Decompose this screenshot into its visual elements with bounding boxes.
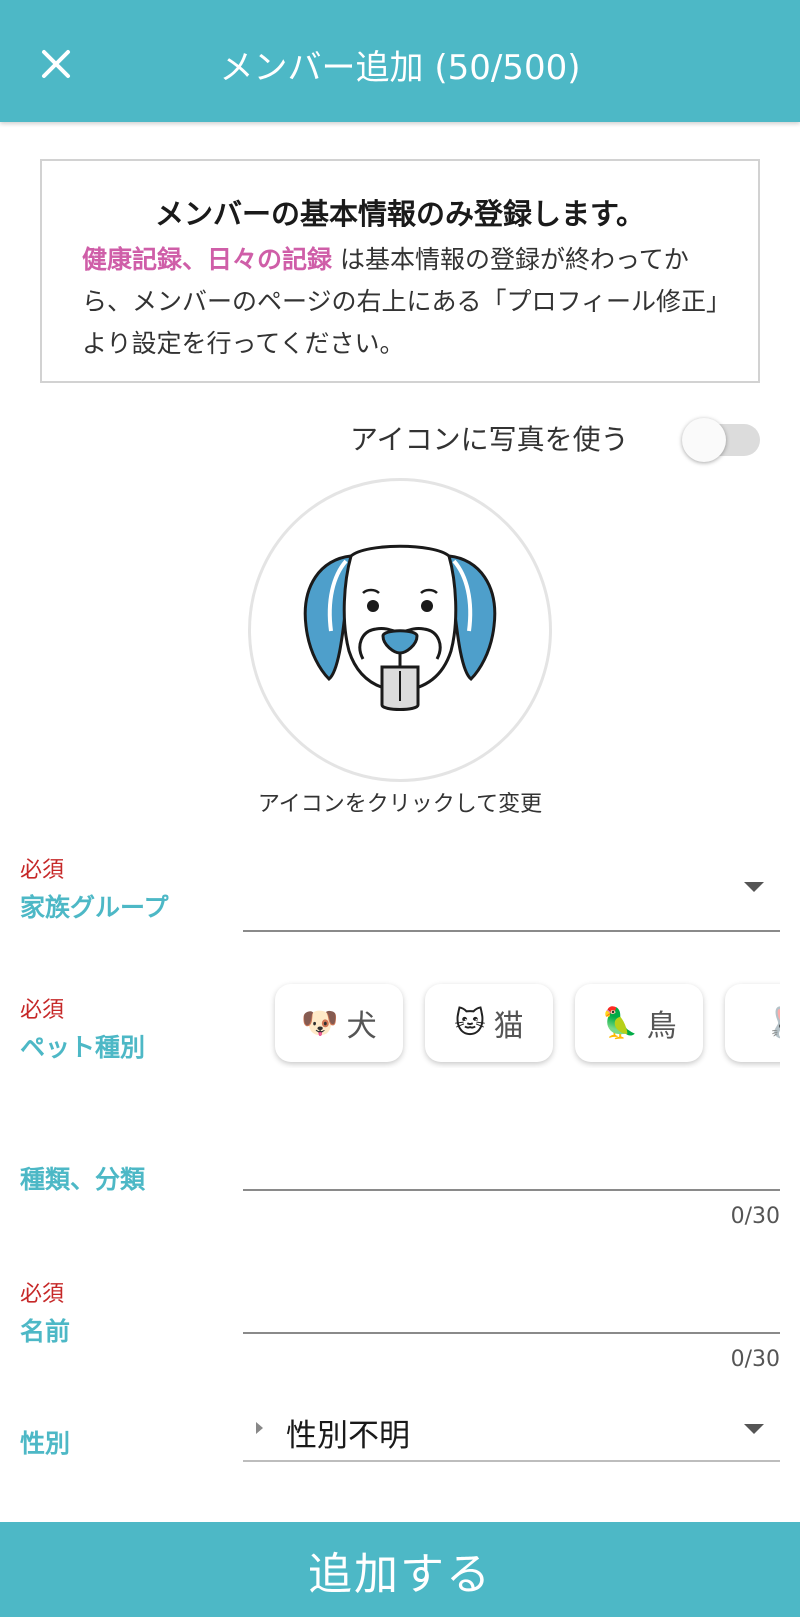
pet-chip-label: 猫 [493,1009,524,1044]
breed-counter: 0/30 [730,1204,780,1229]
add-member-button-label: 追加する [308,1548,492,1600]
avatar-caption: アイコンをクリックして変更 [257,792,543,817]
breed-label: 種類、分類 [20,1165,146,1194]
gender-label: 性別 [20,1429,71,1458]
pet-chip-cat[interactable]: 🐱 猫 [425,984,553,1062]
photo-toggle-switch[interactable] [682,418,760,462]
photo-toggle-label: アイコンに写真を使う [350,423,629,456]
breed-input[interactable] [243,1130,780,1190]
required-marker: 必須 [20,998,65,1023]
info-notice: メンバーの基本情報のみ登録します。 健康記録、日々の記録 は基本情報の登録が終わ… [40,159,760,383]
required-marker: 必須 [20,1282,65,1307]
pet-type-chips: 🐶 犬 🐱 猫 🦜 鳥 🐰 [243,978,780,1068]
pet-chip-bird[interactable]: 🦜 鳥 [575,984,703,1062]
pet-type-label: ペット種別 [20,1033,146,1062]
gender-underline [243,1460,780,1462]
family-group-underline [243,930,780,932]
pet-chip-label: 犬 [346,1009,377,1044]
name-counter: 0/30 [730,1347,780,1372]
name-underline [243,1332,780,1334]
breed-underline [243,1189,780,1191]
chevron-right-icon [256,1422,263,1434]
required-marker: 必須 [20,858,65,883]
cat-icon: 🐱 [454,1005,486,1041]
avatar-button[interactable] [248,478,552,782]
app-bar: メンバー追加 (50/500) [0,0,800,122]
gender-value: 性別不明 [286,1418,410,1454]
chevron-down-icon [744,882,764,892]
page-title: メンバー追加 (50/500) [219,48,581,88]
family-group-label: 家族グループ [20,893,169,922]
dog-face-icon [303,544,497,711]
name-input[interactable] [243,1273,780,1333]
notice-body: 健康記録、日々の記録 は基本情報の登録が終わってから、メンバーのページの右上にあ… [82,239,722,365]
notice-title: メンバーの基本情報のみ登録します。 [154,197,646,231]
rabbit-icon: 🐰 [766,1006,780,1041]
dog-icon: 🐶 [301,1005,339,1041]
switch-thumb [682,418,726,462]
chevron-down-icon [744,1424,764,1434]
pet-chip-dog[interactable]: 🐶 犬 [275,984,403,1062]
bird-icon: 🦜 [601,1005,639,1041]
add-member-button[interactable]: 追加する [0,1522,800,1617]
notice-highlight: 健康記録、日々の記録 [82,245,333,274]
family-group-select[interactable] [243,860,780,932]
name-label: 名前 [20,1317,71,1346]
pet-chip-label: 鳥 [646,1009,677,1044]
pet-chip-rabbit[interactable]: 🐰 [725,984,780,1062]
